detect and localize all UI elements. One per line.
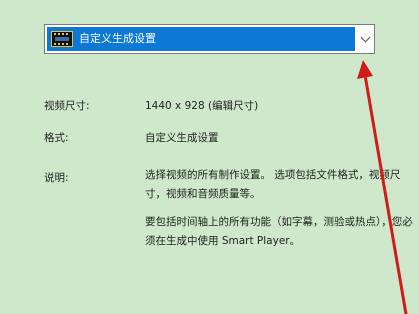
- red-arrow-icon: [357, 60, 408, 314]
